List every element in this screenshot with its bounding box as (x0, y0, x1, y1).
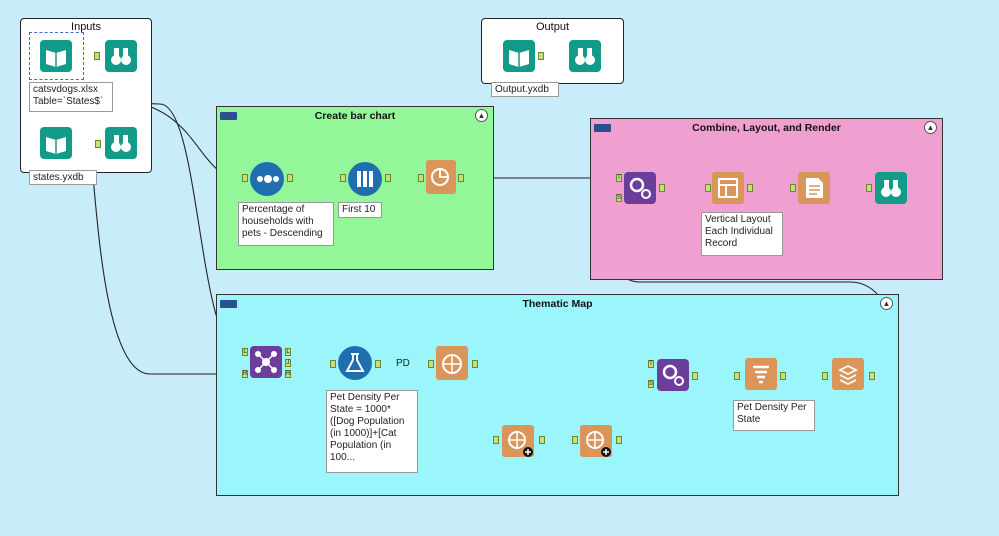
table-icon[interactable] (745, 358, 777, 390)
formula-icon[interactable] (338, 346, 372, 380)
sort-label: Percentage of households with pets - Des… (238, 202, 334, 246)
input-anchor[interactable] (493, 436, 499, 444)
input1-table: Table=`States$` (33, 96, 104, 107)
layout-label-line: Each Individual (705, 226, 773, 237)
browse-icon[interactable] (105, 40, 137, 72)
anchor-r[interactable]: R (285, 370, 291, 378)
collapse-button[interactable]: ▲ (475, 109, 488, 122)
output-label: Output.yxdb (491, 82, 559, 97)
sort-label-line: households with (242, 216, 314, 227)
output-anchor[interactable] (458, 174, 464, 182)
input-anchor[interactable] (866, 184, 872, 192)
input1-file: catsvdogs.xlsx (33, 84, 99, 95)
join-icon[interactable] (250, 346, 282, 378)
layout-label: Vertical Layout Each Individual Record (701, 212, 783, 256)
anchor-j[interactable]: J (285, 359, 291, 367)
browse-icon[interactable] (875, 172, 907, 204)
output-anchor[interactable] (616, 436, 622, 444)
map-layer-icon[interactable] (580, 425, 612, 457)
collapse-button[interactable]: ▲ (924, 121, 937, 134)
sort-label-line: pets - Descending (242, 228, 323, 239)
formula-label-line: Population (in (330, 440, 392, 451)
table-label-line: State (737, 414, 761, 425)
input1-label: catsvdogs.xlsx Table=`States$` (29, 82, 113, 112)
output-anchor[interactable] (780, 372, 786, 380)
input-data-icon[interactable] (503, 40, 535, 72)
input-data-icon[interactable] (40, 40, 72, 72)
layout-label-line: Record (705, 238, 738, 249)
layout-icon[interactable] (712, 172, 744, 204)
anchor-r[interactable]: R (242, 370, 248, 378)
input-anchor[interactable] (242, 174, 248, 182)
input-anchor[interactable] (705, 184, 711, 192)
output-anchor[interactable] (692, 372, 698, 380)
collapse-button[interactable]: ▲ (880, 297, 893, 310)
sample-icon[interactable] (348, 162, 382, 196)
formula-label-line: ([Dog Population (330, 416, 405, 427)
output-anchor[interactable] (94, 52, 100, 60)
anchor-t[interactable]: T (648, 360, 654, 368)
formula-label: Pet Density Per State = 1000* ([Dog Popu… (326, 390, 418, 473)
anchor-t[interactable]: T (616, 174, 622, 182)
render-icon[interactable] (657, 359, 689, 391)
layout-stack-icon[interactable] (832, 358, 864, 390)
chart-icon[interactable] (426, 160, 456, 194)
browse-icon[interactable] (105, 127, 137, 159)
input-anchor[interactable] (822, 372, 828, 380)
output-anchor[interactable] (287, 174, 293, 182)
anchor-l[interactable]: L (285, 348, 291, 356)
sort-label-line: Percentage of (242, 204, 305, 215)
input-anchor[interactable] (428, 360, 434, 368)
input-anchor[interactable] (734, 372, 740, 380)
report-text-icon[interactable] (798, 172, 830, 204)
output-anchor[interactable] (95, 140, 101, 148)
output-anchor[interactable] (869, 372, 875, 380)
input-data-icon[interactable] (40, 127, 72, 159)
map-icon[interactable] (436, 346, 468, 380)
table-label-line: Pet Density Per (737, 402, 807, 413)
map-layer-icon[interactable] (502, 425, 534, 457)
input-anchor[interactable] (418, 174, 424, 182)
input-anchor[interactable] (790, 184, 796, 192)
layout-label-line: Vertical Layout (705, 214, 771, 225)
browse-icon[interactable] (569, 40, 601, 72)
output-anchor[interactable] (538, 52, 544, 60)
render-icon[interactable] (624, 172, 656, 204)
container-title: Combine, Layout, and Render (692, 122, 841, 134)
output-anchor[interactable] (472, 360, 478, 368)
formula-label-line: Pet Density Per (330, 392, 400, 403)
container-title: Create bar chart (314, 110, 396, 122)
output-title: Output (535, 21, 570, 33)
sample-label: First 10 (338, 202, 382, 218)
container-title: Thematic Map (522, 298, 593, 310)
pd-tag: PD (396, 358, 410, 369)
formula-label-line: State = 1000* (330, 404, 391, 415)
output-anchor[interactable] (539, 436, 545, 444)
anchor-l[interactable]: L (242, 348, 248, 356)
table-label: Pet Density Per State (733, 400, 815, 431)
output-anchor[interactable] (375, 360, 381, 368)
sort-icon[interactable] (250, 162, 284, 196)
output-anchor[interactable] (385, 174, 391, 182)
input2-label: states.yxdb (29, 170, 97, 185)
formula-label-line: (in 1000)]+[Cat (330, 428, 397, 439)
output-anchor[interactable] (659, 184, 665, 192)
formula-label-line: 100... (330, 452, 356, 463)
anchor-s[interactable]: S (616, 194, 622, 202)
anchor-s[interactable]: S (648, 380, 654, 388)
input-anchor[interactable] (340, 174, 346, 182)
output-anchor[interactable] (747, 184, 753, 192)
input-anchor[interactable] (330, 360, 336, 368)
input-anchor[interactable] (572, 436, 578, 444)
container-thematic-map[interactable]: Thematic Map ▲ (216, 294, 899, 496)
